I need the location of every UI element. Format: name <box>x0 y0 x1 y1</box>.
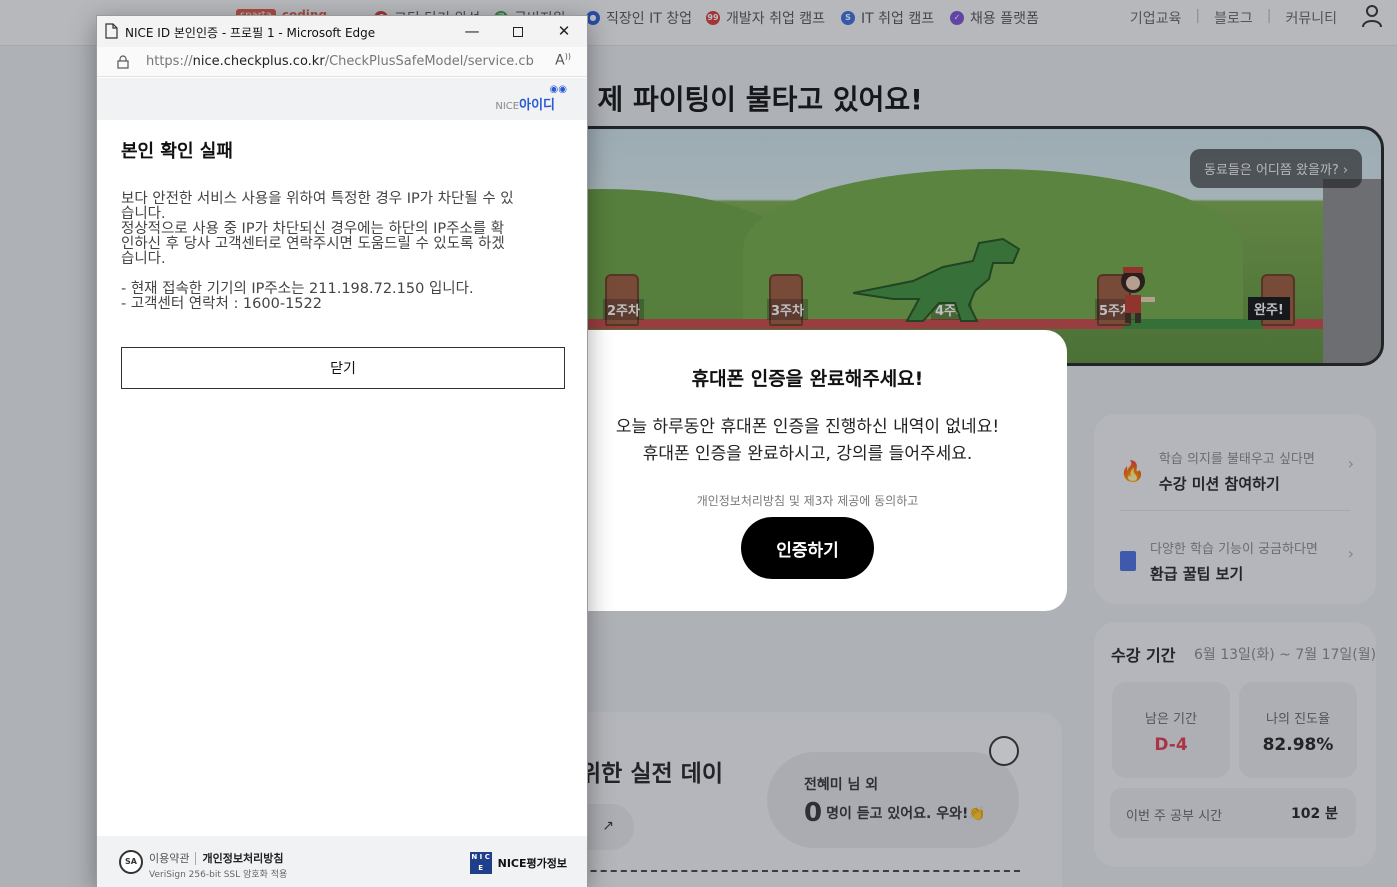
nice-id-popup-window: NICE ID 본인인증 - 프로필 1 - Microsoft Edge — … <box>96 15 588 887</box>
window-title: NICE ID 본인인증 - 프로필 1 - Microsoft Edge <box>125 26 376 40</box>
window-titlebar: NICE ID 본인인증 - 프로필 1 - Microsoft Edge — … <box>97 16 587 47</box>
maximize-icon <box>513 26 523 37</box>
nice-corp-logo: N I C E NICE평가정보 <box>469 852 567 874</box>
minimize-button[interactable]: — <box>449 16 495 47</box>
privacy-link[interactable]: 개인정보처리방침 <box>195 852 284 865</box>
terms-link[interactable]: 이용약관 <box>149 852 189 865</box>
document-icon <box>105 23 118 39</box>
nice-footer: SA 이용약관 개인정보처리방침 VeriSign 256-bit SSL 암호화… <box>97 836 587 887</box>
modal-title: 휴대폰 인증을 완료해주세요! <box>691 368 924 390</box>
close-icon: ✕ <box>557 22 571 40</box>
nice-header: NICE아이디 ◉◉ <box>97 78 587 120</box>
ssl-notice: VeriSign 256-bit SSL 암호화 적용 <box>149 870 288 880</box>
verify-button[interactable]: 인증하기 <box>741 517 874 579</box>
verification-fail-title: 본인 확인 실패 <box>121 141 233 162</box>
url-text: https://nice.checkplus.co.kr/CheckPlusSa… <box>146 54 534 69</box>
maximize-button[interactable] <box>495 16 541 47</box>
contact-line: - 고객센터 연락처 : 1600-1522 <box>121 296 322 312</box>
nice-logo-icon: N I C E <box>469 852 492 874</box>
footer-links: 이용약관 개인정보처리방침 <box>149 850 284 866</box>
address-bar[interactable]: https://nice.checkplus.co.kr/CheckPlusSa… <box>97 47 587 77</box>
sa-security-badge-icon: SA <box>119 850 143 874</box>
ip-address-line: - 현재 접속한 기기의 IP주소는 211.198.72.150 입니다. <box>121 281 474 297</box>
verification-fail-message: 보다 안전한 서비스 사용을 위하여 특정한 경우 IP가 차단될 수 있 습니… <box>121 192 565 312</box>
eyes-icon: ◉◉ <box>549 84 567 95</box>
minimize-icon: — <box>464 22 480 40</box>
close-button[interactable]: 닫기 <box>121 347 565 389</box>
phone-verification-modal: 휴대폰 인증을 완료해주세요! 오늘 하루동안 휴대폰 인증을 진행하신 내역이… <box>548 330 1067 611</box>
nice-id-logo: NICE아이디 ◉◉ <box>495 84 567 113</box>
close-window-button[interactable]: ✕ <box>541 16 587 47</box>
read-aloud-icon[interactable]: A)) <box>555 52 571 69</box>
modal-body: 오늘 하루동안 휴대폰 인증을 진행하신 내역이 없네요! 휴대폰 인증을 완료… <box>615 417 1000 464</box>
consent-text: 개인정보처리방침 및 제3자 제공에 동의하고 <box>696 494 919 508</box>
lock-icon <box>117 55 129 69</box>
